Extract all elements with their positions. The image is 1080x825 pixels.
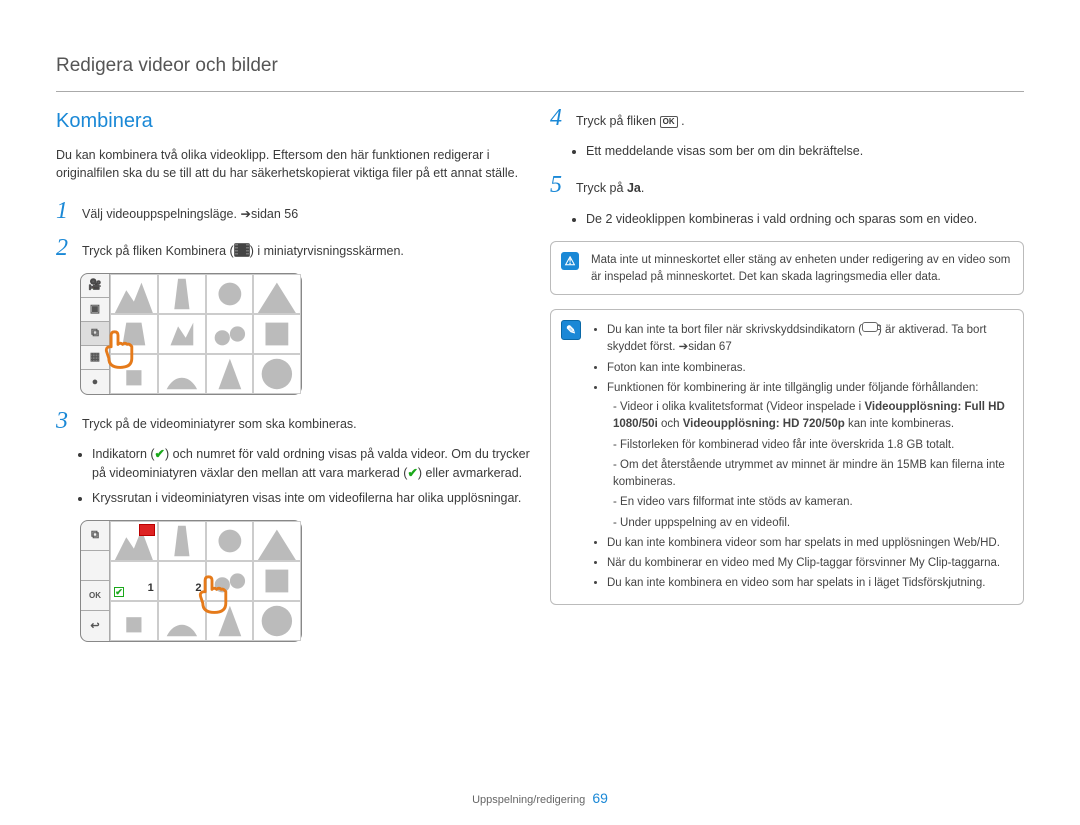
check-icon: ✔ (155, 447, 165, 461)
note-subitem: En video vars filformat inte stöds av ka… (613, 494, 1011, 511)
step-number: 2 (56, 236, 74, 260)
note-item: Du kan inte kombinera videor som har spe… (607, 535, 1011, 552)
touch-hand-icon (95, 326, 141, 372)
text: Tryck på fliken Kombinera ( (82, 244, 234, 258)
sidebar-tabs: ⧉ OK ↩ (81, 521, 110, 641)
step-body: Välj videouppspelningsläge. ➔sidan 56 (82, 199, 298, 224)
xref-arrow-icon: ➔ (240, 207, 250, 221)
text: ) i miniatyrvisningsskärmen. (250, 244, 404, 258)
bullet: Indikatorn (✔) och numret för vald ordni… (92, 445, 530, 483)
step-body: Tryck på de videominiatyrer som ska komb… (82, 409, 357, 434)
note-subitem: Videor i olika kvalitetsformat (Videor i… (613, 399, 1011, 434)
step-1: 1 Välj videouppspelningsläge. ➔sidan 56 (56, 199, 530, 224)
page-title: Redigera videor och bilder (56, 52, 1024, 81)
footer-section: Uppspelning/redigering (472, 794, 585, 806)
right-column: 4 Tryck på fliken OK . Ett meddelande vi… (550, 106, 1024, 656)
step-number: 5 (550, 173, 568, 197)
screenshot-thumbnail-grid-1: 🎥 ▣ ⧉ ▦ ● (80, 273, 302, 395)
step-number: 3 (56, 409, 74, 433)
order-badge: 1 (148, 580, 154, 597)
lock-key-icon (862, 322, 878, 332)
step-3-bullets: Indikatorn (✔) och numret för vald ordni… (74, 445, 530, 507)
title-rule (56, 91, 1024, 92)
step-5-bullets: De 2 videoklippen kombineras i vald ordn… (568, 210, 1024, 229)
step-4-bullets: Ett meddelande visas som ber om din bekr… (568, 142, 1024, 161)
check-icon: ✔ (407, 466, 417, 480)
note-item: Foton kan inte kombineras. (607, 360, 1011, 377)
xref-page: sidan 56 (251, 207, 298, 221)
tab-icon: ● (81, 370, 109, 393)
tab-icon: ▣ (81, 298, 109, 322)
content-columns: Kombinera Du kan kombinera två olika vid… (56, 106, 1024, 656)
step-number: 4 (550, 106, 568, 130)
warning-icon: ⚠ (561, 252, 579, 270)
warning-text: Mata inte ut minneskortet eller stäng av… (591, 252, 1011, 287)
tab-ok: OK (81, 581, 109, 611)
tab-back-icon: ↩ (81, 611, 109, 640)
tab-icon (81, 551, 109, 581)
step-5: 5 Tryck på Ja. (550, 173, 1024, 198)
note-subitem: Under uppspelning av en videofil. (613, 515, 1011, 532)
xref-arrow-icon: ➔ (679, 341, 689, 353)
step-4: 4 Tryck på fliken OK . (550, 106, 1024, 131)
bullet: Kryssrutan i videominiatyren visas inte … (92, 489, 530, 508)
ok-button-icon: OK (660, 116, 678, 128)
note-sublist: Videor i olika kvalitetsformat (Videor i… (607, 399, 1011, 532)
step-3: 3 Tryck på de videominiatyrer som ska ko… (56, 409, 530, 434)
step-body: Tryck på Ja. (576, 173, 644, 198)
step-number: 1 (56, 199, 74, 223)
left-column: Kombinera Du kan kombinera två olika vid… (56, 106, 530, 656)
text: Välj videouppspelningsläge. (82, 207, 240, 221)
page-number: 69 (592, 790, 608, 806)
tab-icon: 🎥 (81, 274, 109, 298)
video-flag-icon (139, 524, 155, 536)
section-intro: Du kan kombinera två olika videoklipp. E… (56, 146, 530, 184)
warning-box: ⚠ Mata inte ut minneskortet eller stäng … (550, 241, 1024, 296)
note-item: När du kombinerar en video med My Clip-t… (607, 555, 1011, 572)
note-subitem: Filstorleken för kombinerad video får in… (613, 437, 1011, 454)
bullet: De 2 videoklippen kombineras i vald ordn… (586, 210, 1024, 229)
section-heading: Kombinera (56, 106, 530, 136)
page-footer: Uppspelning/redigering 69 (0, 788, 1080, 809)
manual-page: Redigera videor och bilder Kombinera Du … (0, 0, 1080, 825)
note-item: Funktionen för kombinering är inte tillg… (607, 380, 1011, 532)
step-body: Tryck på fliken Kombinera ( ) i miniatyrv… (82, 236, 404, 261)
note-item: Du kan inte kombinera en video som har s… (607, 575, 1011, 592)
step-2: 2 Tryck på fliken Kombinera ( ) i miniaty… (56, 236, 530, 261)
note-icon: ✎ (561, 320, 581, 340)
tab-icon: ⧉ (81, 521, 109, 551)
bullet: Ett meddelande visas som ber om din bekr… (586, 142, 1024, 161)
selected-check-icon: ✔ (114, 587, 124, 597)
note-item: Du kan inte ta bort filer när skrivskydd… (607, 322, 1011, 357)
note-subitem: Om det återstående utrymmet av minnet är… (613, 457, 1011, 492)
notes-box: ✎ Du kan inte ta bort filer när skrivsky… (550, 309, 1024, 605)
combine-tab-icon (234, 243, 250, 257)
screenshot-thumbnail-grid-2: ⧉ OK ↩ ✔ 1 2 (80, 520, 302, 642)
touch-hand-icon (189, 571, 235, 617)
note-list: Du kan inte ta bort filer när skrivskydd… (591, 322, 1011, 593)
step-body: Tryck på fliken OK . (576, 106, 685, 131)
